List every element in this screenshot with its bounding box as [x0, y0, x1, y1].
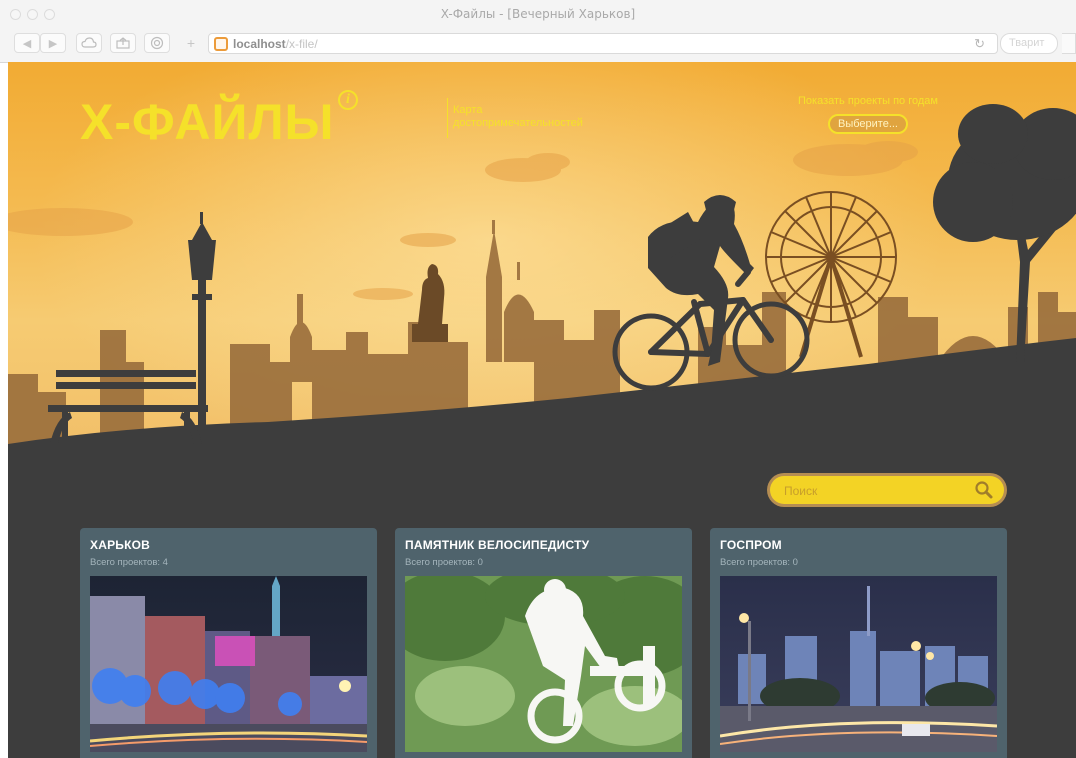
reader-icon: [150, 36, 164, 50]
url-path: /x-file/: [285, 36, 318, 51]
browser-search-edge: [1062, 33, 1076, 54]
project-count-value: 4: [162, 557, 168, 568]
lamp-post: [188, 212, 216, 448]
forward-button[interactable]: ▶: [40, 33, 66, 53]
landmarks-map-link[interactable]: Карта достопримечательностей: [453, 104, 613, 130]
card-project-count: Всего проектов: 0: [720, 557, 798, 568]
project-count-value: 0: [792, 557, 798, 568]
url-host: localhost: [233, 36, 286, 51]
forward-arrow-icon: ▶: [48, 37, 58, 50]
project-card-kharkov[interactable]: ХАРЬКОВ Всего проектов: 4: [80, 528, 377, 758]
project-count-label: Всего проектов:: [720, 557, 791, 568]
browser-chrome: X-Файлы - [Вечерный Харьков] ◀ ▶ + local…: [0, 0, 1076, 63]
reload-icon[interactable]: ↻: [974, 36, 985, 52]
year-select-button[interactable]: Выберите...: [828, 114, 908, 134]
address-bar[interactable]: localhost /x-file/ ↻: [208, 33, 998, 54]
project-count-value: 0: [477, 557, 483, 568]
web-page: X-ФАЙЛЫ i Карта достопримечательностей П…: [8, 62, 1076, 758]
reader-button[interactable]: [144, 33, 170, 53]
favicon-icon: [214, 36, 228, 51]
project-card-cyclist-monument[interactable]: ПАМЯТНИК ВЕЛОСИПЕДИСТУ Всего проектов: 0: [395, 528, 692, 758]
card-image-kharkov: [90, 576, 367, 752]
clouds: [8, 141, 918, 300]
card-image-gosprom: [720, 576, 997, 752]
card-title: ГОСПРОМ: [720, 538, 782, 552]
header-divider: [447, 98, 448, 138]
add-tab-button[interactable]: +: [180, 33, 202, 53]
back-arrow-icon: ◀: [22, 37, 32, 50]
project-count-label: Всего проектов:: [90, 557, 161, 568]
card-title: ПАМЯТНИК ВЕЛОСИПЕДИСТУ: [405, 538, 590, 552]
night-city-street-photo[interactable]: [90, 576, 367, 752]
card-project-count: Всего проектов: 0: [405, 557, 483, 568]
statue-silhouette: [412, 264, 448, 342]
card-image-monument: [405, 576, 682, 752]
share-button[interactable]: [110, 33, 136, 53]
info-icon[interactable]: i: [338, 90, 358, 110]
projects-by-year-label: Показать проекты по годам: [798, 95, 938, 107]
night-skyline-photo[interactable]: [720, 576, 997, 752]
plus-icon: +: [186, 35, 196, 51]
card-title: ХАРЬКОВ: [90, 538, 151, 552]
card-project-count: Всего проектов: 4: [90, 557, 168, 568]
back-button[interactable]: ◀: [14, 33, 40, 53]
site-logo[interactable]: X-ФАЙЛЫ: [80, 92, 335, 152]
project-card-gosprom[interactable]: ГОСПРОМ Всего проектов: 0: [710, 528, 1007, 758]
browser-search-field[interactable]: Тварит: [1000, 33, 1058, 54]
cloud-icon: [81, 37, 97, 48]
project-count-label: Всего проектов:: [405, 557, 476, 568]
search-icon[interactable]: [974, 480, 994, 500]
icloud-button[interactable]: [76, 33, 102, 53]
search-input[interactable]: [782, 481, 966, 501]
cyclist-monument-photo[interactable]: [405, 576, 682, 752]
site-search: [767, 473, 1007, 507]
share-icon: [116, 37, 130, 49]
search-field-container: [770, 476, 1004, 504]
window-title: X-Файлы - [Вечерный Харьков]: [440, 7, 636, 21]
